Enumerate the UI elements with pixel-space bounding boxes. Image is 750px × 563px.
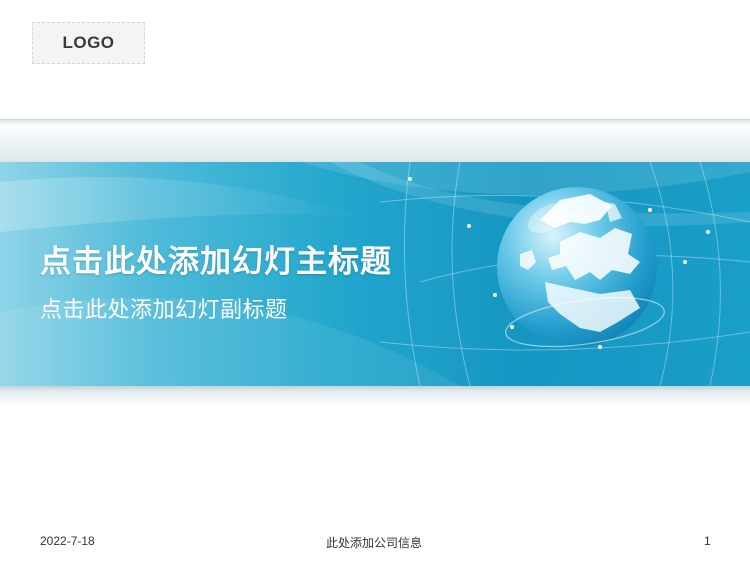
logo-text: LOGO xyxy=(62,33,115,52)
footer-date: 2022-7-18 xyxy=(40,534,95,548)
footer-page-number: 1 xyxy=(704,534,711,548)
logo-placeholder[interactable]: LOGO xyxy=(32,22,145,64)
bottom-silver-band xyxy=(0,386,750,408)
globe-icon xyxy=(497,187,665,348)
footer-company-info: 此处添加公司信息 xyxy=(326,536,423,550)
slide-title[interactable]: 点击此处添加幻灯主标题 xyxy=(40,236,392,281)
slide-subtitle[interactable]: 点击此处添加幻灯副标题 xyxy=(40,292,288,324)
top-silver-band xyxy=(0,119,750,162)
slide: LOGO 点击此处添加幻灯主标题 点击此处添加幻灯副标题 2022-7-18 此… xyxy=(0,0,750,563)
